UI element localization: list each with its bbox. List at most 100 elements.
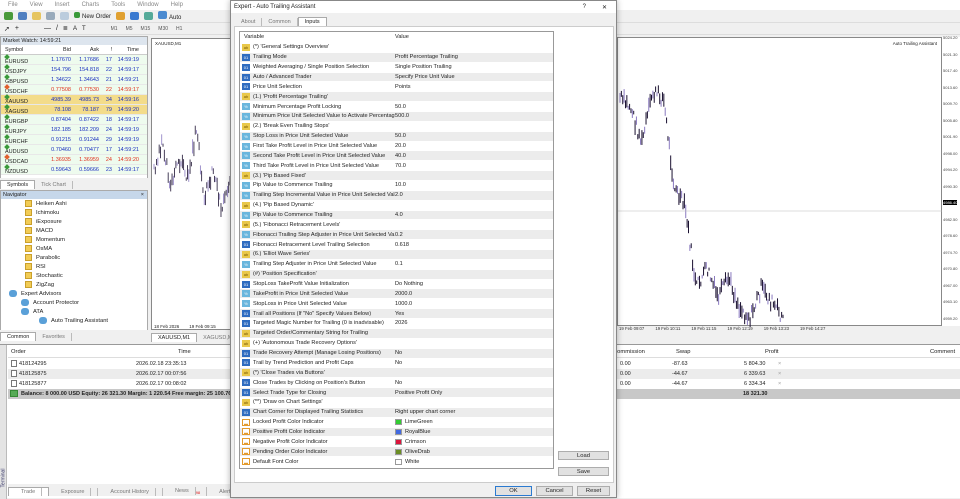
menu-tools[interactable]: Tools <box>111 2 125 8</box>
tab-symbols[interactable]: Symbols <box>0 180 36 189</box>
close-position-icon[interactable]: × <box>778 361 781 367</box>
input-row[interactable]: 01 Select Trade Type for Closing Positive … <box>240 388 553 398</box>
input-row[interactable]: ½ First Take Profit Level in Price Unit S… <box>240 142 553 152</box>
col-order[interactable]: Order <box>11 349 26 355</box>
symbol-row[interactable]: EURCHF 0.91215 0.91244 29 14:59:19 <box>1 133 147 145</box>
menu-file[interactable]: File <box>8 2 18 8</box>
value-cell[interactable]: Specify Price Unit Value <box>395 74 553 80</box>
new-chart-icon[interactable] <box>4 12 13 20</box>
input-row[interactable]: ab (#) 'Position Specification' <box>240 269 553 280</box>
value-cell[interactable]: 20.0 <box>395 143 553 149</box>
timeframe-m5[interactable]: M5 <box>126 26 133 32</box>
input-row[interactable]: 01 Trailing Mode Profit Percentage Trailin… <box>240 52 553 63</box>
input-row[interactable]: 01 Trail by Trend Prediction and Profit C… <box>240 359 553 369</box>
input-row[interactable]: 01 StopLoss TakeProfit Value Initializati… <box>240 280 553 290</box>
value-cell[interactable]: Points <box>395 84 553 90</box>
input-row[interactable]: ½ TakeProfit in Price Unit Selected Value… <box>240 289 553 300</box>
navigator-item[interactable]: Auto Trailing Assistant <box>1 316 147 325</box>
input-row[interactable]: ▬ Positive Profit Color Indicator RoyalBlu… <box>240 427 553 438</box>
value-cell[interactable]: Profit Percentage Trailing <box>395 54 553 60</box>
value-cell[interactable]: 2026 <box>395 320 553 326</box>
symbol-row[interactable]: NZDUSD 0.59643 0.59666 23 14:59:17 <box>1 163 147 175</box>
market-watch-icon[interactable] <box>46 12 55 20</box>
value-cell[interactable]: 50.0 <box>395 104 553 110</box>
tab-exposure[interactable]: Exposure <box>49 488 99 496</box>
col-time[interactable]: Time <box>178 349 191 355</box>
metaeditor-icon[interactable] <box>130 12 140 20</box>
tab-inputs[interactable]: Inputs <box>297 17 327 26</box>
value-cell[interactable]: 0.2 <box>395 232 553 238</box>
input-row[interactable]: ab (1.) 'Profit Percentage Trailing' <box>240 92 553 103</box>
tab-common[interactable]: Common <box>262 18 298 26</box>
col-swap[interactable]: Swap <box>676 349 691 355</box>
symbol-row[interactable]: AUDUSD 0.70460 0.70477 17 14:59:21 <box>1 143 147 155</box>
symbol-row[interactable]: EURUSD 1.17670 1.17686 17 14:59:19 <box>1 53 147 65</box>
signals-icon[interactable] <box>144 12 154 20</box>
value-cell[interactable]: 0.618 <box>395 242 553 248</box>
col-comment[interactable]: Comment <box>930 349 955 355</box>
navigator-item[interactable]: Account Protector <box>1 298 147 307</box>
input-row[interactable]: ½ Pip Value to Commence Trailing 4.0 <box>240 210 553 221</box>
close-button[interactable]: ✕ <box>602 4 607 11</box>
value-cell[interactable]: 2.0 <box>395 192 553 198</box>
close-icon[interactable]: × <box>141 191 144 199</box>
tab-account-history[interactable]: Account History <box>98 488 163 496</box>
menu-charts[interactable]: Charts <box>82 2 100 8</box>
menu-help[interactable]: Help <box>171 2 183 8</box>
input-row[interactable]: ▬ Pending Order Color Indicator OliveDrab <box>240 447 553 458</box>
value-cell[interactable]: 40.0 <box>395 153 553 159</box>
input-row[interactable]: ½ Stop Loss in Price Unit Selected Value 5… <box>240 131 553 142</box>
menu-view[interactable]: View <box>30 2 43 8</box>
input-row[interactable]: ▬ Negative Profit Color Indicator Crimson <box>240 437 553 448</box>
timeframe-m15[interactable]: M15 <box>141 26 151 32</box>
navigator-item[interactable]: Momentum <box>1 235 147 244</box>
value-cell[interactable]: 0.1 <box>395 261 553 267</box>
close-position-icon[interactable]: × <box>778 371 781 377</box>
value-cell[interactable]: Right upper chart corner <box>395 409 553 415</box>
value-cell[interactable]: 1000.0 <box>395 301 553 307</box>
input-row[interactable]: ½ Minimum Price Unit Selected Value to Ac… <box>240 112 553 122</box>
input-row[interactable]: ½ StopLoss in Price Unit Selected Value 10… <box>240 299 553 310</box>
input-row[interactable]: ½ Second Take Profit Level in Price Unit … <box>240 151 553 162</box>
value-cell[interactable]: 4.0 <box>395 212 553 218</box>
input-row[interactable]: 01 Price Unit Selection Points <box>240 82 553 93</box>
value-cell[interactable]: LimeGreen <box>395 419 553 426</box>
value-cell[interactable]: Positive Profit Only <box>395 390 553 396</box>
close-position-icon[interactable]: × <box>778 381 781 387</box>
navigator-item[interactable]: MACD <box>1 226 147 235</box>
value-cell[interactable]: No <box>395 360 553 366</box>
input-row[interactable]: ▬ Locked Profit Color Indicator LimeGreen <box>240 418 553 428</box>
fibo-icon[interactable]: ≣ <box>63 25 68 32</box>
value-cell[interactable]: No <box>395 350 553 356</box>
menu-insert[interactable]: Insert <box>55 2 70 8</box>
autotrading-button[interactable]: Auto <box>158 11 181 21</box>
tab-common[interactable]: Common <box>0 332 37 341</box>
input-row[interactable]: ab (**) 'Draw on Chart Settings' <box>240 398 553 408</box>
help-button[interactable]: ? <box>583 4 586 10</box>
symbol-row[interactable]: XAGUSD 78.108 78.187 79 14:59:20 <box>1 103 147 115</box>
navigator-item[interactable]: Heiken Ashi <box>1 199 147 208</box>
navigator-item[interactable]: OsMA <box>1 244 147 253</box>
value-cell[interactable]: 500.0 <box>395 113 553 119</box>
input-row[interactable]: 01 Auto / Advanced Trader Specify Price Un… <box>240 72 553 83</box>
cursor-icon[interactable]: ➚ <box>4 25 10 33</box>
col-ask[interactable]: Ask <box>73 47 101 53</box>
value-cell[interactable]: White <box>395 458 553 465</box>
tab-tick-chart[interactable]: Tick Chart <box>35 181 73 189</box>
cancel-button[interactable]: Cancel <box>536 486 573 496</box>
load-button[interactable]: Load <box>558 451 609 460</box>
input-row[interactable]: ½ Pip Value to Commence Trailing 10.0 <box>240 181 553 191</box>
timeframe-m1[interactable]: M1 <box>111 26 118 32</box>
timeframe-m30[interactable]: M30 <box>158 26 168 32</box>
chart-xauusd-right[interactable]: Auto Trailing Assistant <box>617 37 943 327</box>
new-order-button[interactable]: New Order <box>74 12 111 20</box>
navigator-icon[interactable] <box>32 12 41 20</box>
input-row[interactable]: ab (5.) 'Fibonacci Retracement Levels' <box>240 220 553 231</box>
navigator-item[interactable]: ZigZag <box>1 280 147 289</box>
input-row[interactable]: 01 Targeted Magic Number for Trailing (0 … <box>240 319 553 329</box>
timeframe-h1[interactable]: H1 <box>176 26 182 32</box>
navigator-item[interactable]: RSI <box>1 262 147 271</box>
value-cell[interactable]: 50.0 <box>395 133 553 139</box>
ok-button[interactable]: OK <box>495 486 532 496</box>
value-cell[interactable]: 10.0 <box>395 182 553 188</box>
